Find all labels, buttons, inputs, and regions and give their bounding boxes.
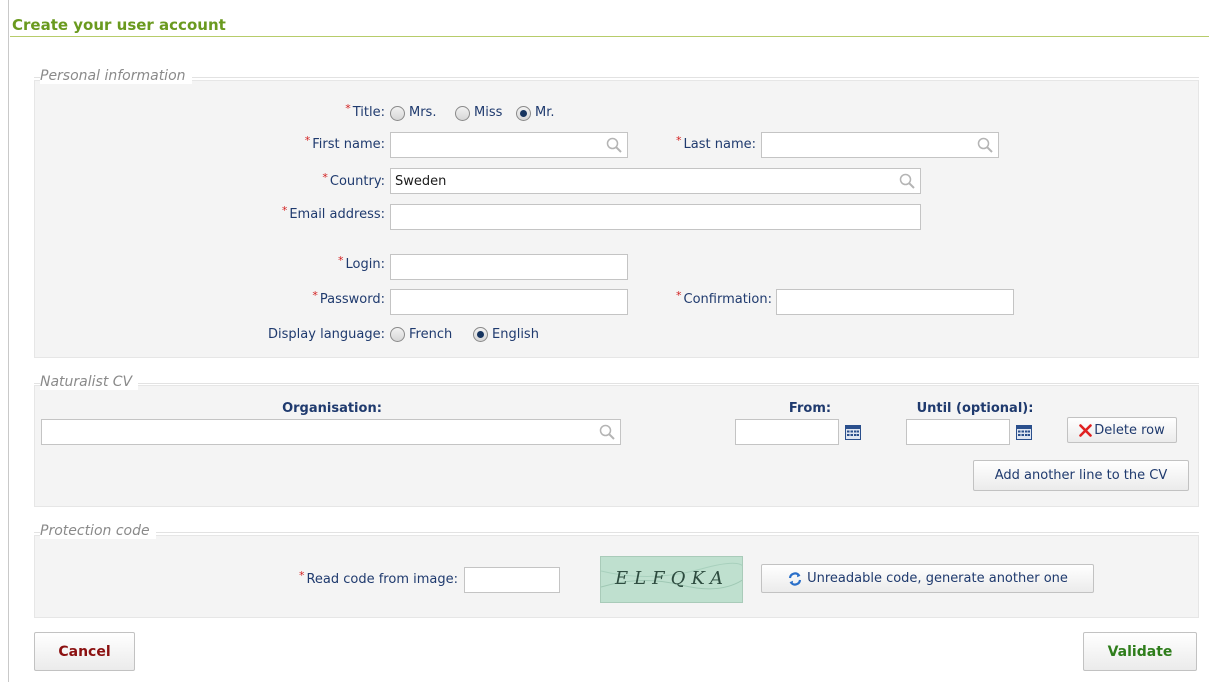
regenerate-code-label: Unreadable code, generate another one xyxy=(807,571,1068,586)
magnifier-icon[interactable] xyxy=(977,137,993,153)
delete-x-icon xyxy=(1079,423,1093,437)
title-mrs-radio[interactable] xyxy=(390,106,405,121)
title-mrs-label[interactable]: Mrs. xyxy=(409,105,436,120)
until-header: Until (optional): xyxy=(916,401,1034,416)
validate-button[interactable]: Validate xyxy=(1083,632,1197,671)
required-marker: * xyxy=(312,289,318,302)
personal-info-legend: Personal information xyxy=(40,68,192,84)
confirmation-label-text: Confirmation: xyxy=(683,292,773,307)
country-input[interactable] xyxy=(390,168,921,194)
add-cv-line-button[interactable]: Add another line to the CV xyxy=(973,460,1189,491)
read-code-label-text: Read code from image: xyxy=(306,572,458,587)
last-name-field-wrap xyxy=(761,132,999,158)
from-header: From: xyxy=(788,401,832,416)
first-name-label: * First name: xyxy=(240,134,385,152)
until-date-input[interactable] xyxy=(906,419,1010,445)
country-field-wrap xyxy=(390,168,921,194)
page-title: Create your user account xyxy=(12,16,226,34)
regenerate-code-button[interactable]: Unreadable code, generate another one xyxy=(761,564,1094,593)
required-marker: * xyxy=(676,289,682,302)
first-name-field-wrap xyxy=(390,132,628,158)
calendar-icon[interactable] xyxy=(845,425,861,440)
language-french-radio[interactable] xyxy=(390,327,405,342)
add-cv-line-label: Add another line to the CV xyxy=(994,468,1168,483)
cancel-button[interactable]: Cancel xyxy=(34,632,135,671)
legend-divider xyxy=(34,532,1199,533)
last-name-label-text: Last name: xyxy=(683,137,756,152)
organisation-input[interactable] xyxy=(41,419,621,445)
password-label-text: Password: xyxy=(319,292,385,307)
language-french-label[interactable]: French xyxy=(409,327,452,342)
required-marker: * xyxy=(322,171,328,184)
first-name-label-text: First name: xyxy=(312,137,385,152)
calendar-icon[interactable] xyxy=(1016,425,1032,440)
protection-legend: Protection code xyxy=(40,523,156,539)
first-name-input[interactable] xyxy=(390,132,628,158)
last-name-label: * Last name: xyxy=(630,134,756,152)
from-date-input[interactable] xyxy=(735,419,839,445)
title-miss-radio[interactable] xyxy=(455,106,470,121)
title-miss-label[interactable]: Miss xyxy=(474,105,502,120)
captcha-image: ELFQKA xyxy=(600,556,743,603)
title-label-text: Title: xyxy=(352,105,385,120)
password-label: * Password: xyxy=(240,289,385,307)
display-language-label: Display language: xyxy=(268,327,385,342)
required-marker: * xyxy=(345,102,351,115)
email-input[interactable] xyxy=(390,204,921,230)
cancel-label: Cancel xyxy=(58,643,111,660)
confirmation-input[interactable] xyxy=(776,289,1014,315)
login-label: * Login: xyxy=(240,254,385,272)
title-divider xyxy=(10,36,1209,37)
password-input[interactable] xyxy=(390,289,628,315)
delete-row-button[interactable]: Delete row xyxy=(1067,417,1177,443)
login-input[interactable] xyxy=(390,254,628,280)
last-name-input[interactable] xyxy=(761,132,999,158)
title-mr-radio[interactable] xyxy=(516,106,531,121)
magnifier-icon[interactable] xyxy=(599,424,615,440)
country-label: * Country: xyxy=(240,171,385,189)
captcha-input[interactable] xyxy=(464,567,560,593)
refresh-icon xyxy=(788,571,802,586)
organisation-header: Organisation: xyxy=(282,401,382,416)
required-marker: * xyxy=(281,204,288,217)
confirmation-label: * Confirmation: xyxy=(632,289,773,307)
login-label-text: Login: xyxy=(345,257,385,272)
email-label-text: Email address: xyxy=(289,207,385,222)
language-english-label[interactable]: English xyxy=(492,327,539,342)
required-marker: * xyxy=(676,134,682,147)
email-label: * Email address: xyxy=(220,204,385,222)
required-marker: * xyxy=(338,254,344,267)
validate-label: Validate xyxy=(1107,643,1173,660)
magnifier-icon[interactable] xyxy=(606,137,622,153)
required-marker: * xyxy=(298,569,305,582)
captcha-text: ELFQKA xyxy=(615,568,730,589)
read-code-label: * Read code from image: xyxy=(240,569,458,587)
legend-divider xyxy=(34,77,1199,78)
required-marker: * xyxy=(304,134,311,147)
legend-divider xyxy=(34,383,1199,384)
organisation-field-wrap xyxy=(41,419,621,445)
delete-row-label: Delete row xyxy=(1094,422,1165,438)
cv-legend: Naturalist CV xyxy=(40,374,139,390)
magnifier-icon[interactable] xyxy=(899,173,915,189)
language-english-radio[interactable] xyxy=(473,327,488,342)
country-label-text: Country: xyxy=(329,174,385,189)
title-label: * Title: xyxy=(280,102,385,120)
title-mr-label[interactable]: Mr. xyxy=(535,105,555,120)
